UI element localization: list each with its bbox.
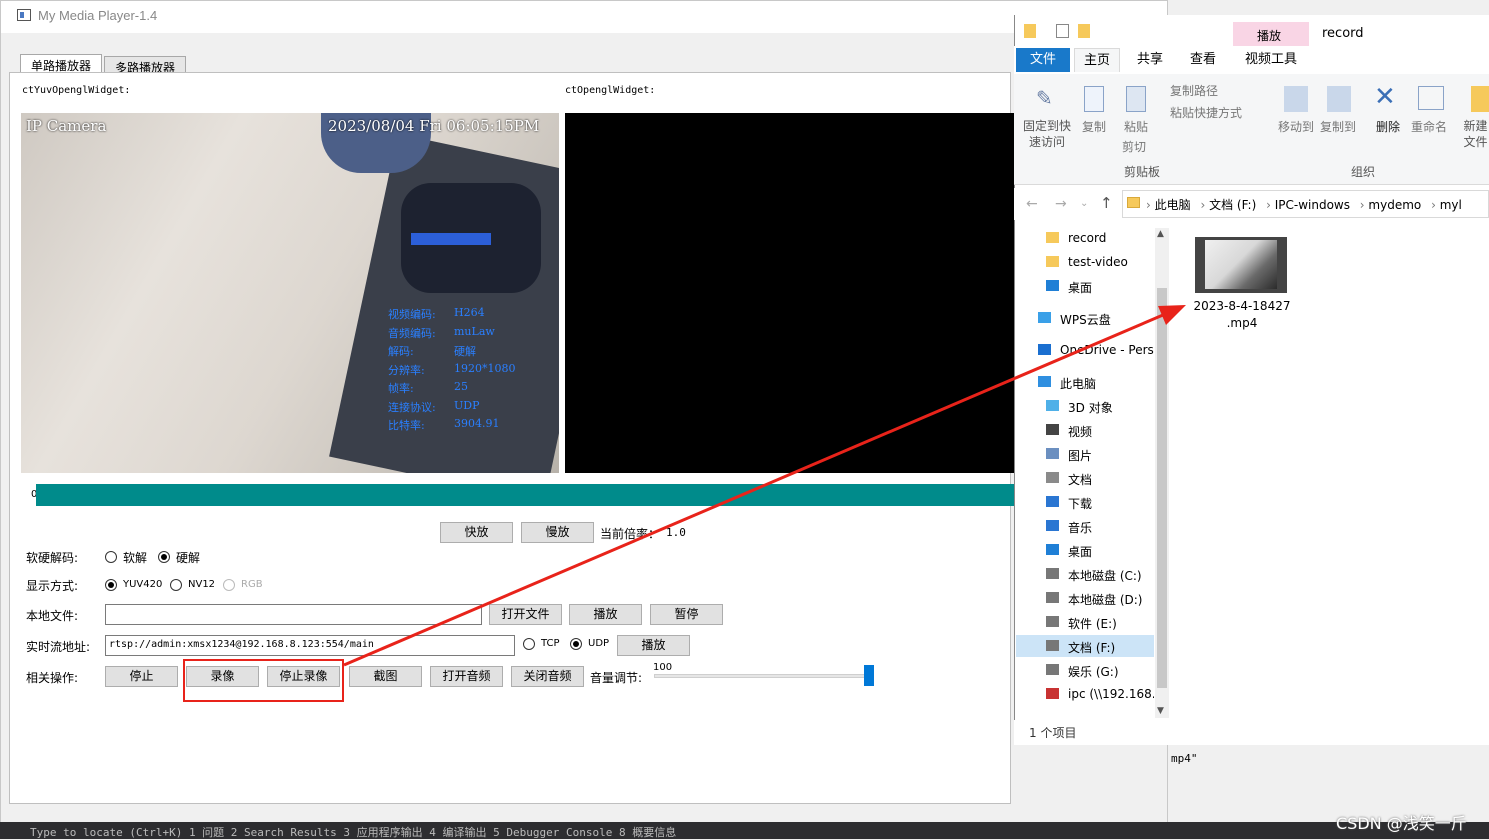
annotation-arrow xyxy=(343,305,1186,667)
watermark: CSDN @浅笑一斤 xyxy=(1336,814,1467,833)
arrow-head-icon xyxy=(1158,305,1186,325)
arrow-line xyxy=(343,310,1171,667)
